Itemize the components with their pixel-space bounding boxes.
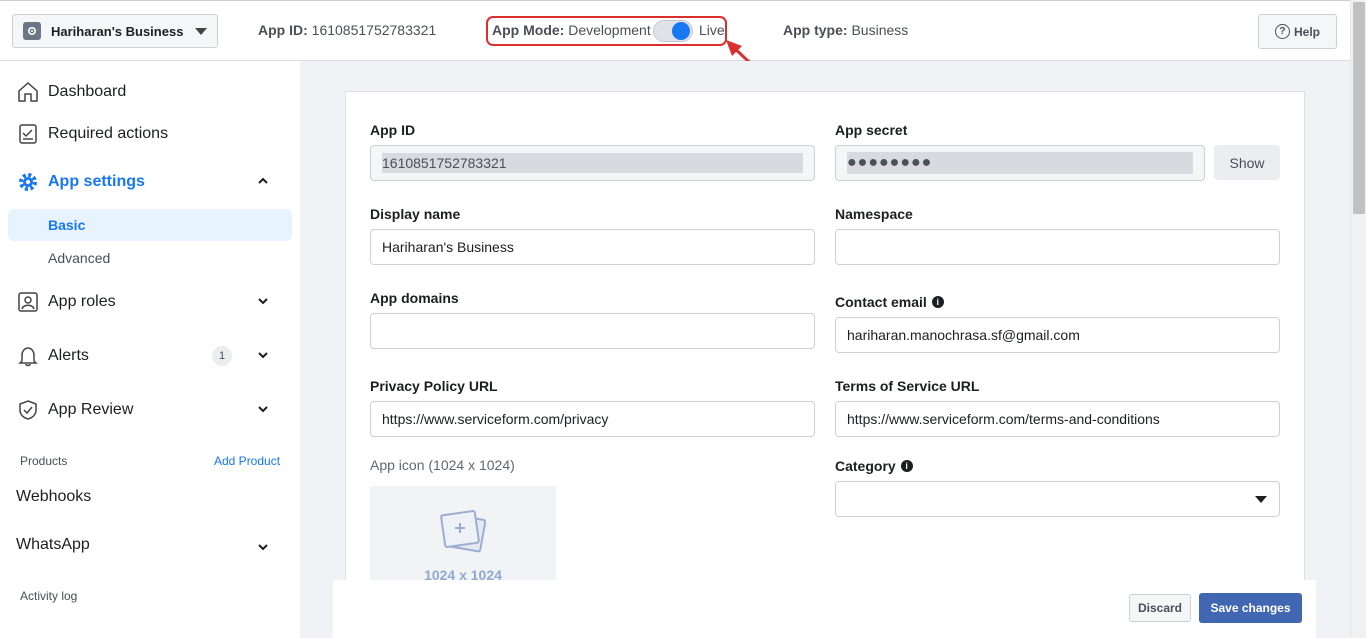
app-id-field-label: App ID xyxy=(370,122,416,138)
app-domains-field[interactable] xyxy=(370,313,815,349)
app-domains-label: App domains xyxy=(370,290,459,306)
activity-log-label: Activity log xyxy=(20,589,78,603)
contact-email-label-text: Contact email xyxy=(835,294,927,310)
chevron-down-icon xyxy=(1255,496,1267,503)
contact-email-label: Contact email i xyxy=(835,294,944,310)
category-select[interactable] xyxy=(835,481,1280,517)
app-type-value: Business xyxy=(851,22,909,38)
sidebar-item-advanced[interactable]: Advanced xyxy=(8,242,292,274)
home-icon xyxy=(16,80,40,104)
privacy-policy-label: Privacy Policy URL xyxy=(370,378,498,394)
save-bar: Discard Save changes xyxy=(333,580,1316,638)
info-icon[interactable]: i xyxy=(900,460,913,472)
sidebar-item-label: Dashboard xyxy=(48,83,127,100)
chevron-down-icon xyxy=(256,294,270,313)
help-label: Help xyxy=(1293,24,1320,39)
add-product-link[interactable]: Add Product xyxy=(214,454,280,468)
terms-of-service-label: Terms of Service URL xyxy=(835,378,980,394)
shield-check-icon xyxy=(16,398,40,422)
chevron-down-icon xyxy=(195,27,207,35)
business-selector[interactable]: Hariharan's Business xyxy=(12,14,218,48)
scrollbar[interactable] xyxy=(1350,0,1366,638)
business-name: Hariharan's Business xyxy=(51,23,184,39)
contact-email-field[interactable]: hariharan.manochrasa.sf@gmail.com xyxy=(835,317,1280,353)
app-id-value: 1610851752783321 xyxy=(311,22,437,38)
display-name-label: Display name xyxy=(370,206,461,222)
top-bar: Hariharan's Business App ID: 16108517527… xyxy=(0,0,1366,61)
sidebar-item-required-actions[interactable]: Required actions xyxy=(16,122,286,146)
sidebar-item-label: Webhooks xyxy=(16,488,92,505)
sidebar-item-dashboard[interactable]: Dashboard xyxy=(16,80,286,104)
display-name-field[interactable]: Hariharan's Business xyxy=(370,229,815,265)
sidebar: Dashboard Required actions App settings … xyxy=(0,61,300,638)
sidebar-item-basic[interactable]: Basic xyxy=(8,209,292,241)
scrollbar-thumb[interactable] xyxy=(1353,2,1365,214)
info-icon[interactable]: i xyxy=(931,296,944,308)
category-label: Category i xyxy=(835,458,913,474)
terms-of-service-field[interactable]: https://www.serviceform.com/terms-and-co… xyxy=(835,401,1280,437)
help-button[interactable]: ? Help xyxy=(1258,14,1337,49)
basic-settings-card: App ID 1610851752783321 App secret ●●●●●… xyxy=(345,91,1305,638)
sidebar-item-label: Alerts xyxy=(48,347,89,364)
privacy-policy-field[interactable]: https://www.serviceform.com/privacy xyxy=(370,401,815,437)
app-mode-toggle[interactable] xyxy=(653,20,693,42)
image-placeholder-icon xyxy=(440,510,487,553)
app-id-field-value: 1610851752783321 xyxy=(382,153,803,173)
chevron-up-icon xyxy=(256,174,270,193)
app-id-display: App ID: 1610851752783321 xyxy=(258,22,436,38)
toggle-knob xyxy=(672,22,690,40)
app-icon-label: App icon (1024 x 1024) xyxy=(370,457,515,473)
live-label: Live xyxy=(699,22,725,38)
app-mode-value: Development xyxy=(568,22,651,38)
app-secret-value: ●●●●●●●● xyxy=(847,152,1193,174)
app-type-label: App type: xyxy=(783,22,848,38)
business-gear-icon xyxy=(23,22,41,40)
app-id-field[interactable]: 1610851752783321 xyxy=(370,145,815,181)
main-content: App ID 1610851752783321 App secret ●●●●●… xyxy=(300,61,1350,638)
sidebar-item-app-review[interactable]: App Review xyxy=(16,398,286,422)
checklist-icon xyxy=(16,122,40,146)
bell-icon xyxy=(16,344,40,368)
sidebar-item-label: App roles xyxy=(48,293,116,310)
question-icon: ? xyxy=(1274,24,1290,39)
app-secret-label: App secret xyxy=(835,122,908,138)
sidebar-item-webhooks[interactable]: Webhooks xyxy=(16,488,286,506)
sidebar-item-whatsapp[interactable]: WhatsApp xyxy=(16,536,286,554)
sidebar-item-app-settings[interactable]: App settings xyxy=(16,170,286,194)
save-changes-button[interactable]: Save changes xyxy=(1199,593,1302,623)
app-mode-display: App Mode: Development xyxy=(492,22,651,38)
sidebar-item-label: WhatsApp xyxy=(16,536,90,553)
sidebar-item-label: App Review xyxy=(48,401,134,418)
namespace-field[interactable] xyxy=(835,229,1280,265)
alerts-count-badge: 1 xyxy=(212,346,232,366)
app-mode-label: App Mode: xyxy=(492,22,565,38)
chevron-down-icon xyxy=(256,348,270,367)
sidebar-item-label: Required actions xyxy=(48,125,169,142)
sidebar-item-app-roles[interactable]: App roles xyxy=(16,290,286,314)
app-type-display: App type: Business xyxy=(783,22,908,38)
category-label-text: Category xyxy=(835,458,896,474)
sidebar-item-alerts[interactable]: Alerts 1 xyxy=(16,344,286,368)
app-id-label: App ID: xyxy=(258,22,308,38)
namespace-label: Namespace xyxy=(835,206,913,222)
gear-icon xyxy=(16,170,40,194)
app-secret-field[interactable]: ●●●●●●●● xyxy=(835,145,1205,181)
user-badge-icon xyxy=(16,290,40,314)
chevron-down-icon xyxy=(256,540,270,559)
chevron-down-icon xyxy=(256,402,270,421)
discard-button[interactable]: Discard xyxy=(1129,594,1191,622)
products-section-label: Products xyxy=(20,454,68,468)
sidebar-item-label: App settings xyxy=(48,173,145,190)
show-secret-button[interactable]: Show xyxy=(1214,145,1280,180)
